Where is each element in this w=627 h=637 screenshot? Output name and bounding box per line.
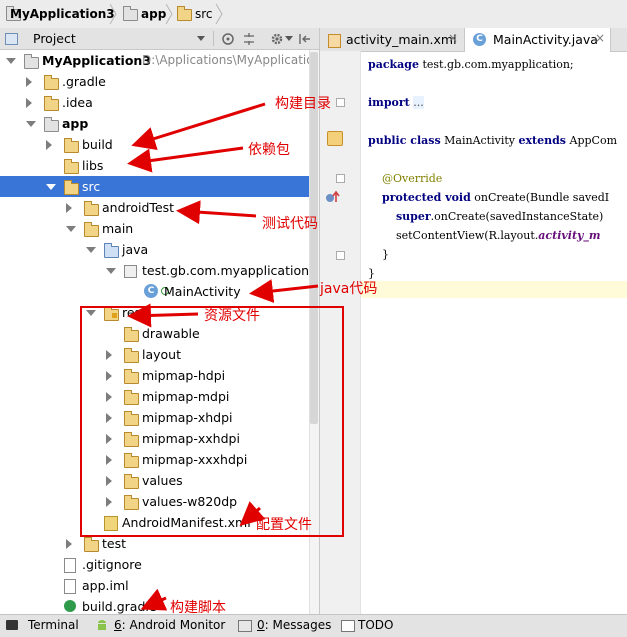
annotation-build-dir: 构建目录: [275, 96, 331, 112]
annotation-arrow: [131, 102, 266, 151]
annotation-test-code: 测试代码: [262, 216, 318, 232]
annotation-arrow: [140, 588, 168, 611]
annotation-build-script: 构建脚本: [170, 600, 226, 616]
annotation-deps: 依赖包: [248, 142, 290, 158]
annotation-java-code: java代码: [320, 281, 378, 297]
annotation-arrow: [127, 146, 244, 173]
annotation-res-files: 资源文件: [204, 308, 260, 324]
annotation-config-file: 配置文件: [256, 517, 312, 533]
annotation-arrow: [249, 279, 319, 303]
annotation-arrow: [127, 303, 199, 328]
annotation-arrow: [176, 200, 257, 225]
